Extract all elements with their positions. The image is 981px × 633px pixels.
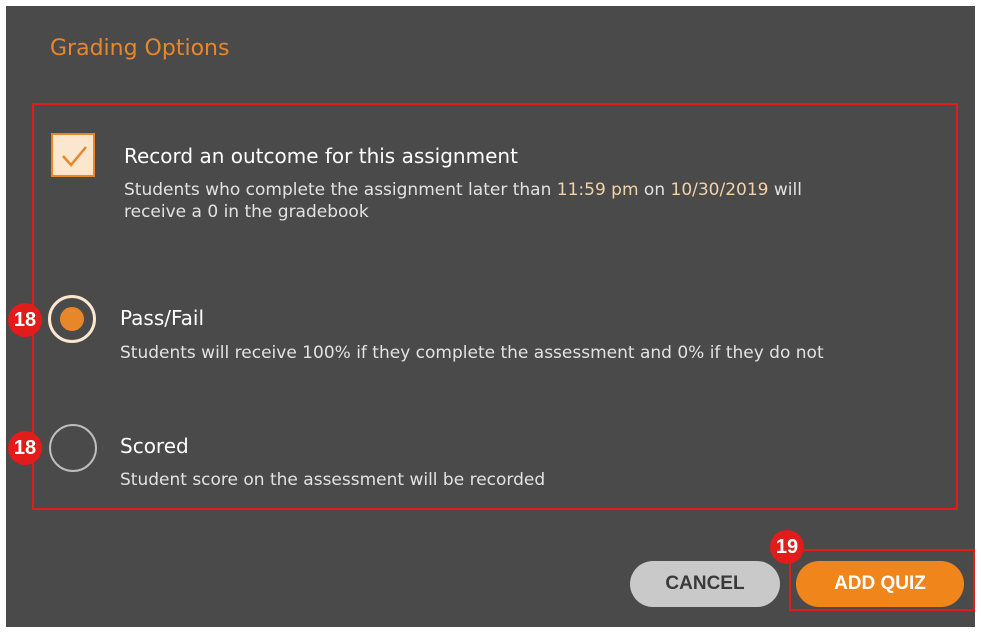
grading-options-dialog: Grading Options Record an outcome for th… bbox=[6, 6, 975, 627]
pass-fail-radio[interactable] bbox=[48, 295, 96, 343]
scored-description: Student score on the assessment will be … bbox=[120, 470, 546, 490]
record-outcome-checkbox[interactable] bbox=[51, 133, 95, 177]
scored-radio[interactable] bbox=[49, 424, 97, 472]
scored-label: Scored bbox=[120, 434, 189, 458]
deadline-time: 11:59 pm bbox=[556, 180, 639, 200]
step-badge: 18 bbox=[8, 303, 42, 337]
checkmark-icon bbox=[62, 146, 87, 167]
deadline-date: 10/30/2019 bbox=[670, 180, 769, 200]
pass-fail-label: Pass/Fail bbox=[120, 306, 205, 330]
dialog-title: Grading Options bbox=[50, 36, 230, 61]
step-badge: 18 bbox=[8, 431, 42, 465]
pass-fail-description: Students will receive 100% if they compl… bbox=[120, 343, 824, 363]
record-outcome-description: Students who complete the assignment lat… bbox=[124, 180, 802, 222]
record-outcome-label: Record an outcome for this assignment bbox=[124, 144, 518, 168]
cancel-button[interactable]: CANCEL bbox=[630, 561, 780, 607]
add-quiz-button[interactable]: ADD QUIZ bbox=[796, 561, 964, 607]
step-badge: 19 bbox=[770, 530, 804, 564]
radio-selected-dot bbox=[60, 307, 84, 331]
